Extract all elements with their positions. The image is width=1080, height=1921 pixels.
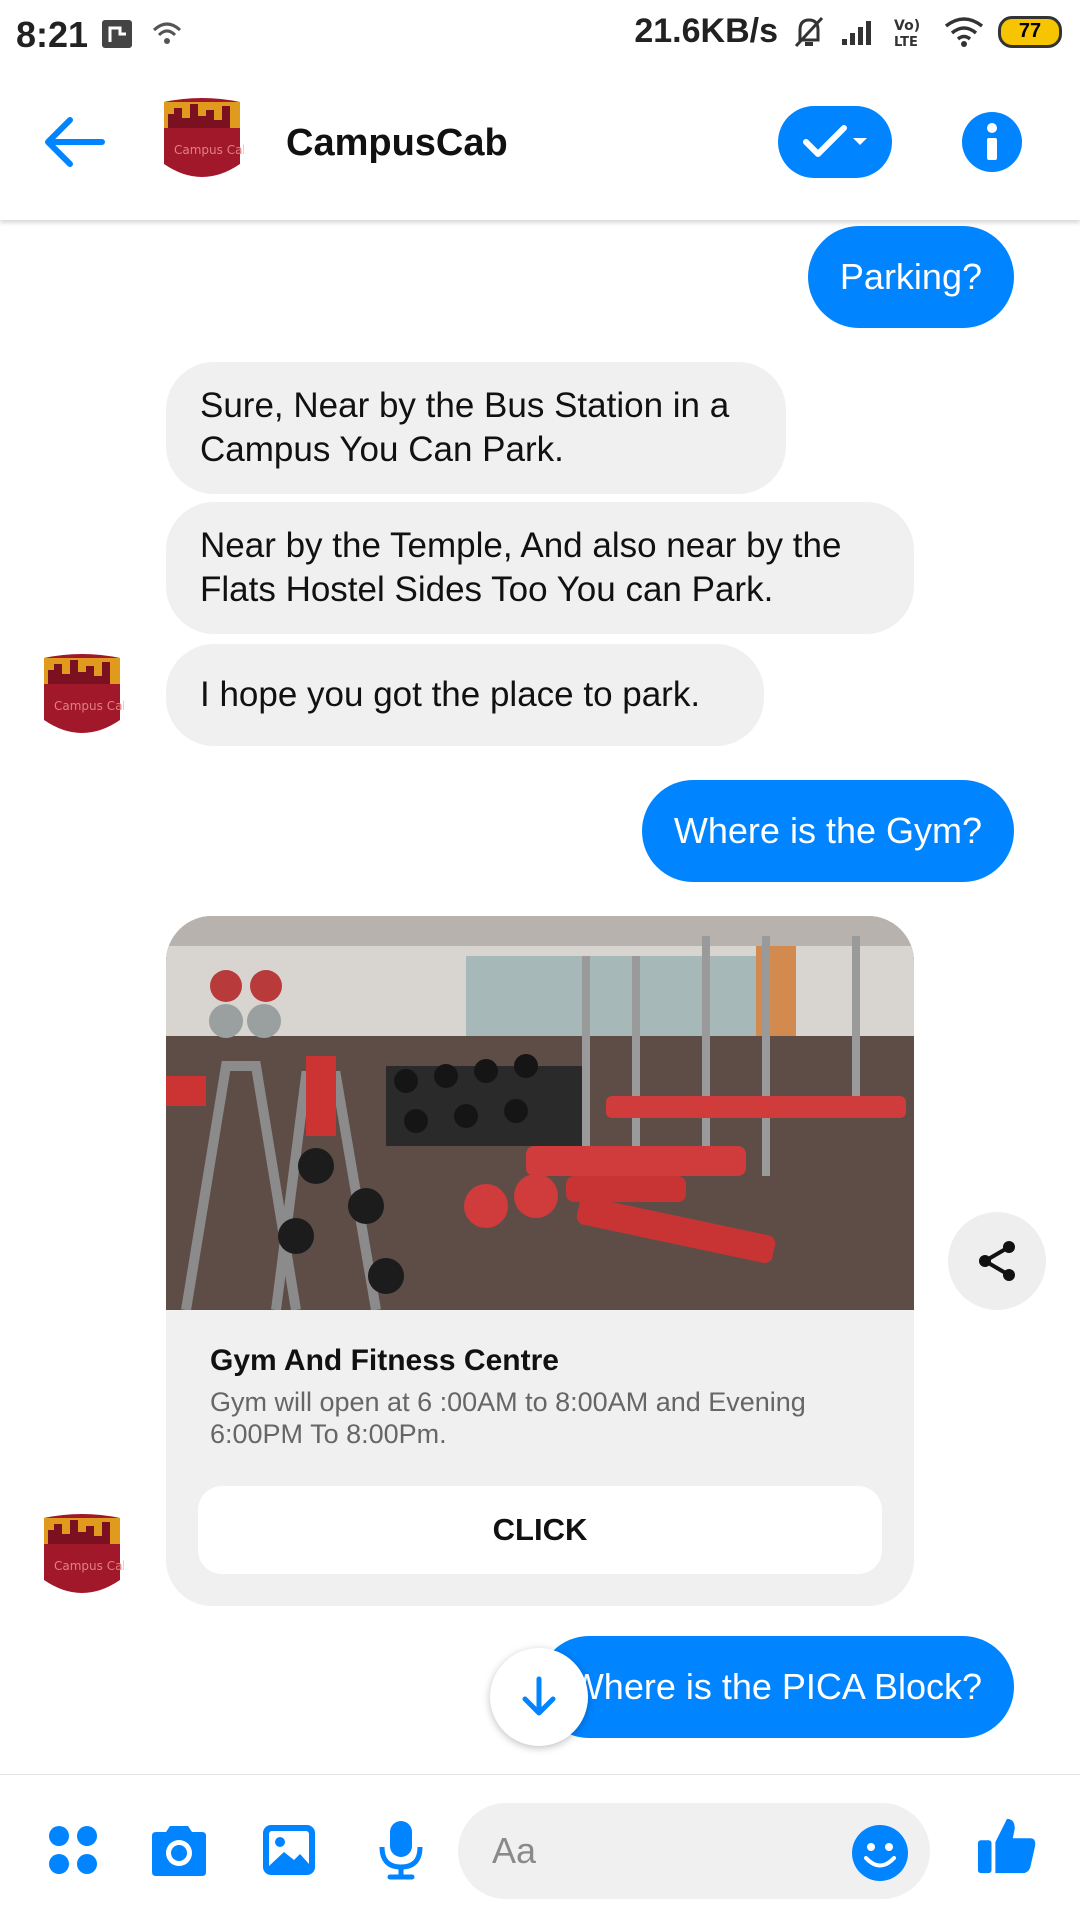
camera-icon: [152, 1826, 206, 1876]
campuscab-logo: Campus Cab: [164, 98, 250, 177]
voice-button[interactable]: [370, 1819, 432, 1881]
card-title: Gym And Fitness Centre: [210, 1344, 559, 1377]
chevron-down-icon: [853, 138, 867, 145]
signal-icon: [842, 20, 871, 45]
image-icon: [263, 1825, 315, 1875]
incoming-message[interactable]: Sure, Near by the Bus Station in a Campu…: [166, 362, 786, 494]
svg-text:Vo): Vo): [894, 18, 920, 34]
campuscab-logo: Campus Cab: [44, 654, 130, 733]
gym-card: Gym And Fitness Centre Gym will open at …: [166, 916, 914, 1606]
share-icon: [979, 1241, 1015, 1281]
back-button[interactable]: [42, 112, 106, 172]
message-composer: Aa: [0, 1774, 1080, 1921]
status-bar: 8:21 21.6KB/s Vo) LTE 77: [0, 0, 1080, 66]
svg-text:Campus Cab: Campus Cab: [54, 699, 124, 713]
svg-text:Campus Cab: Campus Cab: [54, 1559, 124, 1573]
arrow-down-icon: [522, 1676, 556, 1716]
camera-button[interactable]: [148, 1819, 210, 1881]
gym-photo[interactable]: [166, 916, 914, 1310]
page-title[interactable]: CampusCab: [286, 122, 508, 165]
emoji-icon: [852, 1825, 908, 1881]
gallery-button[interactable]: [258, 1819, 320, 1881]
sender-avatar[interactable]: Campus Cab: [40, 650, 130, 742]
microphone-icon: [379, 1821, 423, 1880]
wifi-icon: [944, 16, 984, 47]
notification-icon: [102, 20, 132, 48]
check-dropdown-button[interactable]: [778, 106, 892, 178]
outgoing-message[interactable]: Where is the PICA Block?: [537, 1636, 1014, 1738]
more-apps-button[interactable]: [42, 1819, 104, 1881]
svg-text:Campus Cab: Campus Cab: [174, 143, 244, 157]
share-button[interactable]: [948, 1212, 1046, 1310]
checkmark-icon: [803, 125, 847, 157]
incoming-message[interactable]: I hope you got the place to park.: [166, 644, 764, 746]
campuscab-logo: Campus Cab: [44, 1514, 130, 1593]
mute-icon: [794, 16, 824, 47]
volte-icon: Vo)LTE: [894, 18, 920, 49]
battery-indicator: 77: [998, 15, 1062, 48]
sender-avatar[interactable]: Campus Cab: [40, 1510, 130, 1602]
network-speed: 21.6KB/s: [634, 12, 778, 50]
incoming-message[interactable]: Near by the Temple, And also near by the…: [166, 502, 914, 634]
outgoing-message[interactable]: Parking?: [807, 226, 1014, 328]
info-button[interactable]: [962, 112, 1022, 172]
like-button[interactable]: [976, 1815, 1038, 1877]
outgoing-message[interactable]: Where is the Gym?: [641, 780, 1014, 882]
conversation-header: Campus Cab CampusCab: [0, 66, 1080, 220]
arrow-left-icon: [45, 117, 105, 167]
hotspot-icon: [152, 22, 182, 44]
status-time: 8:21: [16, 14, 89, 55]
grid-dots-icon: [49, 1826, 97, 1874]
scroll-to-bottom-button[interactable]: [490, 1648, 588, 1746]
card-subtitle: Gym will open at 6 :00AM to 8:00AM and E…: [210, 1387, 806, 1449]
header-avatar[interactable]: Campus Cab: [160, 94, 250, 186]
thumbs-up-icon: [977, 1818, 1036, 1874]
svg-text:LTE: LTE: [894, 35, 918, 49]
card-click-button[interactable]: CLICK: [198, 1486, 882, 1574]
info-icon: [987, 123, 997, 160]
emoji-button[interactable]: [850, 1823, 910, 1883]
